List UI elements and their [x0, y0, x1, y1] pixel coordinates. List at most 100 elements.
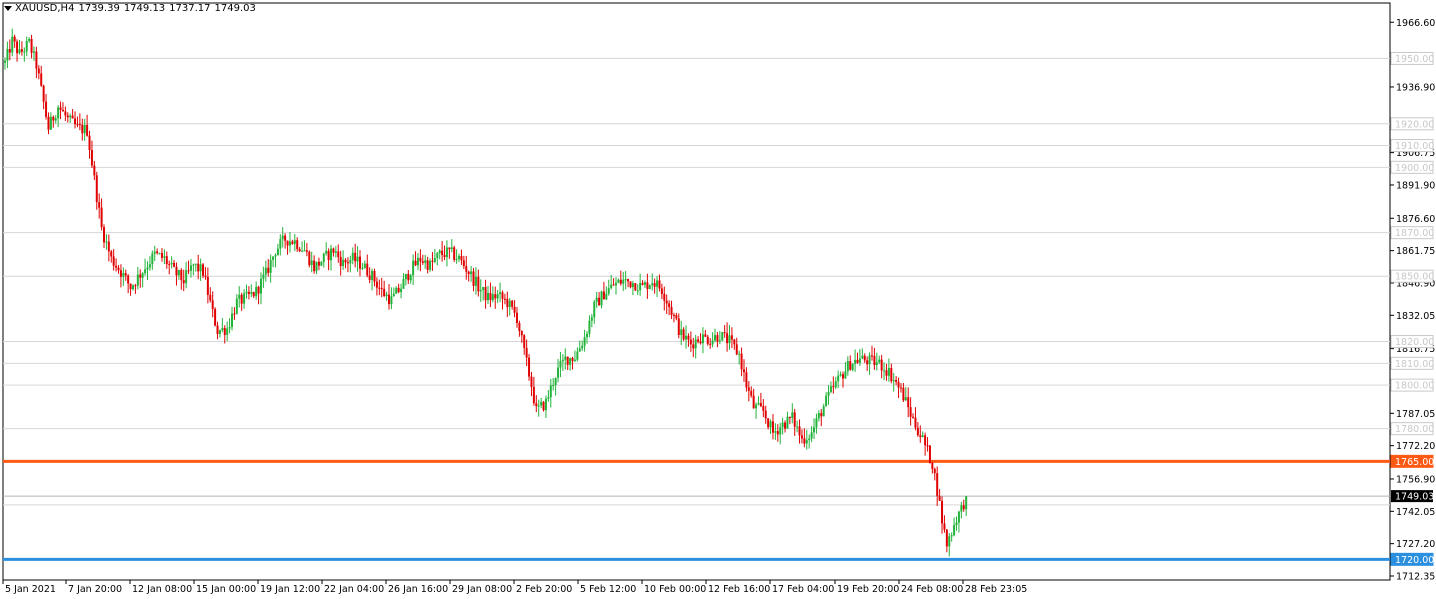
bear-candle — [832, 386, 835, 388]
bull-candle — [54, 118, 57, 121]
bull-candle — [23, 51, 26, 53]
bear-candle — [489, 292, 492, 301]
bear-candle — [20, 49, 23, 52]
bear-candle — [378, 287, 381, 289]
bull-candle — [540, 401, 543, 406]
bear-candle — [187, 270, 190, 272]
bear-candle — [928, 445, 931, 463]
bull-candle — [648, 285, 651, 289]
bear-candle — [776, 431, 779, 435]
bear-candle — [204, 275, 207, 277]
bull-candle — [238, 294, 241, 299]
bear-candle — [240, 294, 243, 304]
x-tick-label: 19 Jan 12:00 — [260, 584, 320, 595]
bull-candle — [904, 397, 907, 401]
bear-candle — [612, 284, 615, 286]
bear-candle — [518, 322, 521, 331]
bear-candle — [119, 270, 122, 277]
bull-candle — [412, 260, 415, 276]
bear-candle — [523, 335, 526, 348]
bull-candle — [57, 107, 60, 119]
bear-candle — [305, 250, 308, 252]
bear-candle — [197, 263, 200, 272]
bear-candle — [660, 288, 663, 294]
bull-candle — [482, 286, 485, 291]
bull-candle — [416, 257, 419, 266]
bull-candle — [537, 405, 540, 407]
bear-candle — [735, 344, 738, 355]
bear-candle — [501, 292, 504, 299]
bull-candle — [226, 328, 229, 336]
bear-candle — [216, 325, 219, 334]
bear-candle — [885, 370, 888, 376]
bear-candle — [76, 124, 79, 126]
bear-candle — [61, 109, 64, 112]
bear-candle — [798, 426, 801, 436]
y-tick-label: 1756.90 — [1396, 474, 1435, 485]
bull-candle — [231, 313, 234, 327]
bear-candle — [740, 353, 743, 370]
x-tick-label: 26 Jan 16:00 — [388, 584, 448, 595]
bear-candle — [856, 359, 859, 363]
bull-candle — [400, 288, 403, 292]
bull-candle — [32, 51, 35, 53]
level-price-label: 1920.00 — [1395, 119, 1434, 130]
bear-candle — [13, 36, 16, 42]
bear-candle — [298, 249, 301, 252]
level-price-label: 1780.00 — [1395, 424, 1434, 435]
bull-candle — [600, 291, 603, 306]
bull-candle — [83, 125, 86, 134]
bull-candle — [680, 329, 683, 336]
bull-candle — [445, 247, 448, 258]
bear-candle — [742, 369, 745, 373]
bull-candle — [163, 256, 166, 258]
bull-candle — [878, 359, 881, 363]
bear-candle — [726, 333, 729, 344]
price-chart[interactable]: XAUUSD,H4 1739.39 1749.13 1737.17 1749.03 19… — [0, 0, 1436, 599]
bear-candle — [895, 380, 898, 382]
bear-candle — [115, 265, 118, 268]
bull-candle — [409, 275, 412, 281]
bear-candle — [697, 339, 700, 342]
bear-candle — [528, 357, 531, 377]
bear-candle — [764, 410, 767, 419]
bull-candle — [322, 253, 325, 262]
bull-candle — [639, 282, 642, 291]
bear-candle — [962, 505, 965, 510]
level-price-label: 1765.00 — [1395, 457, 1434, 468]
bear-candle — [619, 279, 622, 284]
x-tick-label: 22 Jan 04:00 — [324, 584, 384, 595]
bull-candle — [685, 335, 688, 340]
bull-candle — [146, 267, 149, 270]
bull-candle — [218, 330, 221, 334]
bear-candle — [598, 297, 601, 306]
bear-candle — [103, 227, 106, 243]
bear-candle — [941, 500, 944, 524]
bull-candle — [433, 258, 436, 262]
bear-candle — [899, 387, 902, 389]
bear-candle — [339, 256, 342, 267]
bear-candle — [890, 368, 893, 382]
bear-candle — [873, 355, 876, 365]
bull-candle — [349, 260, 352, 264]
chart-canvas[interactable]: 1966.601936.901906.751891.901876.601861.… — [0, 0, 1436, 599]
bear-candle — [745, 372, 748, 388]
bull-candle — [315, 261, 318, 272]
bear-candle — [291, 241, 294, 244]
bear-candle — [375, 281, 378, 288]
bull-candle — [718, 340, 721, 342]
bear-candle — [945, 529, 948, 547]
bear-candle — [704, 334, 707, 337]
y-tick-label: 1861.75 — [1396, 246, 1435, 257]
bear-candle — [919, 435, 922, 438]
y-tick-label: 1936.90 — [1396, 82, 1435, 93]
bull-candle — [738, 353, 741, 355]
bear-candle — [653, 283, 656, 287]
bear-candle — [100, 207, 103, 228]
bull-candle — [402, 278, 405, 289]
bull-candle — [796, 426, 799, 428]
bull-candle — [805, 440, 808, 444]
bull-candle — [656, 280, 659, 287]
x-tick-label: 12 Jan 08:00 — [132, 584, 192, 595]
level-price-label: 1800.00 — [1395, 381, 1434, 392]
